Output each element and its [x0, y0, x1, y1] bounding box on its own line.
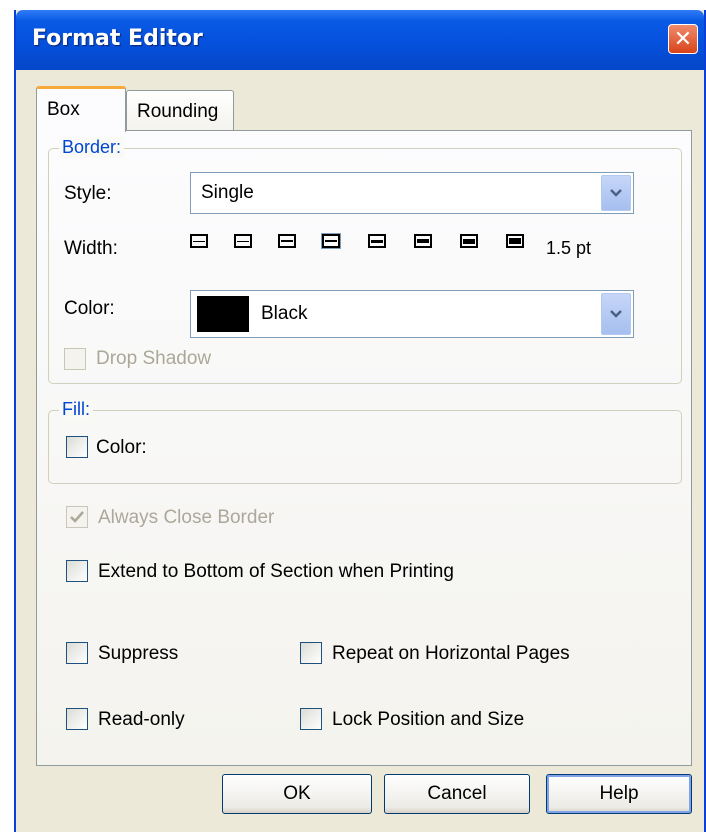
style-dropdown-value: Single [201, 182, 254, 203]
width-label: Width: [64, 238, 118, 259]
tab-box-label: Box [47, 99, 80, 120]
always-close-border-checkbox[interactable] [66, 506, 88, 528]
style-dropdown-button[interactable] [601, 175, 631, 211]
help-button-label: Help [599, 783, 639, 804]
width-option-6[interactable] [414, 234, 432, 248]
color-swatch [197, 296, 249, 332]
checkmark-icon [70, 511, 84, 523]
fill-color-label: Color: [96, 437, 147, 458]
tab-rounding-label: Rounding [137, 101, 219, 122]
border-color-dropdown-button[interactable] [601, 293, 631, 335]
width-option-4[interactable] [321, 233, 341, 249]
border-color-value: Black [261, 303, 308, 324]
width-value: 1.5 pt [546, 238, 592, 258]
always-close-border-label: Always Close Border [98, 507, 275, 528]
chevron-down-icon [610, 310, 622, 318]
suppress-checkbox[interactable] [66, 642, 88, 664]
suppress-label: Suppress [98, 643, 179, 664]
style-label: Style: [64, 183, 112, 204]
close-button[interactable]: ✕ [668, 24, 698, 54]
help-button[interactable]: Help [546, 774, 692, 814]
fill-color-checkbox[interactable] [66, 436, 88, 458]
fill-group-title: Fill: [59, 399, 93, 420]
extend-to-bottom-checkbox[interactable] [66, 560, 88, 582]
border-group-title: Border: [59, 137, 125, 158]
title-bar[interactable]: Format Editor ✕ [16, 10, 704, 70]
repeat-on-horizontal-label: Repeat on Horizontal Pages [332, 643, 570, 664]
border-color-dropdown[interactable]: Black [190, 290, 634, 338]
dialog-title: Format Editor [32, 26, 203, 51]
drop-shadow-checkbox[interactable] [64, 348, 86, 370]
close-icon: ✕ [673, 26, 693, 51]
width-option-5[interactable] [368, 234, 386, 248]
lock-position-size-label: Lock Position and Size [332, 709, 525, 730]
read-only-checkbox[interactable] [66, 708, 88, 730]
cancel-button-label: Cancel [427, 783, 487, 804]
width-option-2[interactable] [234, 234, 252, 248]
width-option-8[interactable] [506, 234, 524, 248]
repeat-on-horizontal-checkbox[interactable] [300, 642, 322, 664]
tab-rounding[interactable]: Rounding [126, 90, 234, 130]
drop-shadow-label: Drop Shadow [96, 348, 212, 369]
ok-button-label: OK [283, 783, 311, 804]
tab-box[interactable]: Box [36, 86, 126, 132]
width-option-1[interactable] [190, 234, 208, 248]
width-option-7[interactable] [460, 234, 478, 248]
color-label: Color: [64, 298, 115, 319]
extend-to-bottom-label: Extend to Bottom of Section when Printin… [98, 561, 454, 582]
chevron-down-icon [610, 189, 622, 197]
lock-position-size-checkbox[interactable] [300, 708, 322, 730]
width-option-3[interactable] [278, 234, 296, 248]
ok-button[interactable]: OK [222, 774, 372, 814]
read-only-label: Read-only [98, 709, 185, 730]
cancel-button[interactable]: Cancel [384, 774, 530, 814]
style-dropdown[interactable]: Single [190, 172, 634, 214]
